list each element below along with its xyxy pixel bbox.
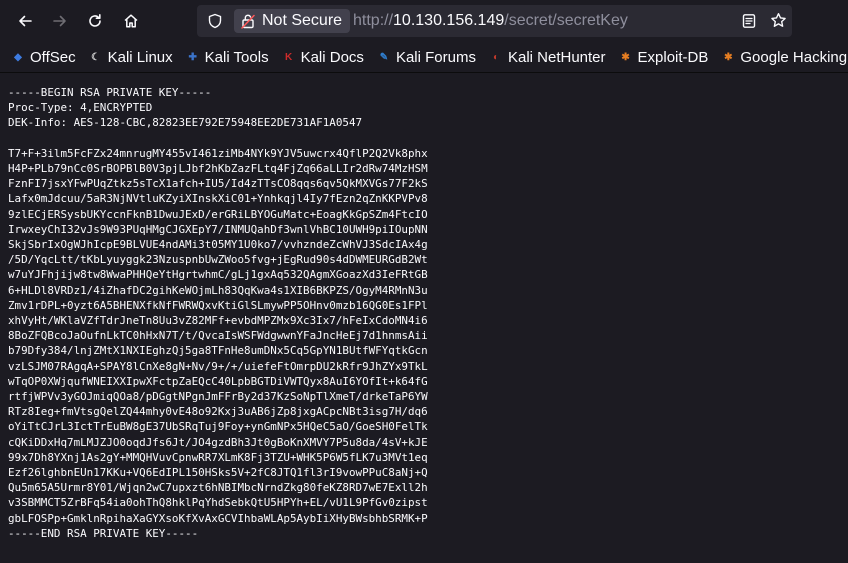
bookmark-label: Exploit-DB	[637, 48, 709, 66]
rsa-private-key-text: -----BEGIN RSA PRIVATE KEY----- Proc-Typ…	[8, 86, 428, 540]
ghdb-icon: ✱	[724, 51, 733, 63]
bookmark-label: Kali Tools	[204, 48, 269, 66]
forward-button[interactable]	[44, 5, 76, 37]
bookmark-label: Kali NetHunter	[507, 48, 606, 66]
reader-view-icon[interactable]	[741, 13, 757, 33]
lock-broken-icon	[241, 14, 255, 29]
kali-dragon-icon: ☾	[91, 51, 101, 63]
bookmark-google-hacking-d[interactable]: ✱ Google Hacking D	[720, 49, 848, 66]
url-host: 10.130.156.149	[393, 12, 505, 29]
page-content: -----BEGIN RSA PRIVATE KEY----- Proc-Typ…	[0, 73, 848, 563]
bookmark-label: Kali Forums	[395, 48, 476, 66]
bookmark-kali-nethunter[interactable]: ◐ Kali NetHunter	[488, 49, 606, 66]
home-button[interactable]	[115, 5, 147, 37]
bookmark-kali-forums[interactable]: ✎ Kali Forums	[376, 49, 476, 66]
reload-icon	[89, 14, 101, 27]
reload-button[interactable]	[79, 5, 111, 37]
kali-docs-icon: K	[284, 51, 293, 63]
kali-forums-icon: ✎	[379, 51, 389, 63]
bookmark-offsec[interactable]: ◆ OffSec	[10, 48, 76, 66]
url-scheme: http://	[353, 12, 394, 29]
security-label: Not Secure	[262, 12, 343, 29]
home-icon	[124, 14, 138, 28]
browser-chrome: Not Secure http://10.130.156.149/secret/…	[0, 0, 848, 73]
url-path: /secret/secretKey	[504, 12, 628, 29]
browser-toolbar: Not Secure http://10.130.156.149/secret/…	[0, 0, 848, 42]
shield-icon[interactable]	[207, 13, 223, 33]
forward-arrow-icon	[53, 15, 66, 27]
kali-tools-icon: ✚	[188, 51, 197, 63]
bookmark-label: OffSec	[30, 48, 76, 66]
back-arrow-icon	[19, 15, 32, 27]
bookmark-kali-linux[interactable]: ☾ Kali Linux	[88, 49, 173, 66]
star-icon[interactable]	[770, 12, 787, 33]
bookmark-label: Google Hacking D	[740, 48, 848, 66]
bookmark-label: Kali Docs	[300, 48, 364, 66]
security-indicator[interactable]: Not Secure	[234, 9, 351, 33]
back-button[interactable]	[9, 5, 41, 37]
bookmark-kali-docs[interactable]: K Kali Docs	[281, 49, 364, 66]
bookmark-kali-tools[interactable]: ✚ Kali Tools	[185, 48, 269, 66]
url-bar[interactable]: Not Secure http://10.130.156.149/secret/…	[197, 5, 792, 37]
bookmark-label: Kali Linux	[107, 48, 173, 66]
bookmarks-toolbar: ◆ OffSec ☾ Kali Linux ✚ Kali Tools K Kali Docs ✎…	[0, 42, 848, 73]
bookmark-exploit-db[interactable]: ✱ Exploit-DB	[618, 48, 709, 66]
offsec-icon: ◆	[14, 51, 22, 63]
nethunter-icon: ◐	[492, 51, 499, 63]
url-text[interactable]: http://10.130.156.149/secret/secretKey	[353, 5, 628, 37]
exploit-db-icon: ✱	[621, 51, 630, 63]
